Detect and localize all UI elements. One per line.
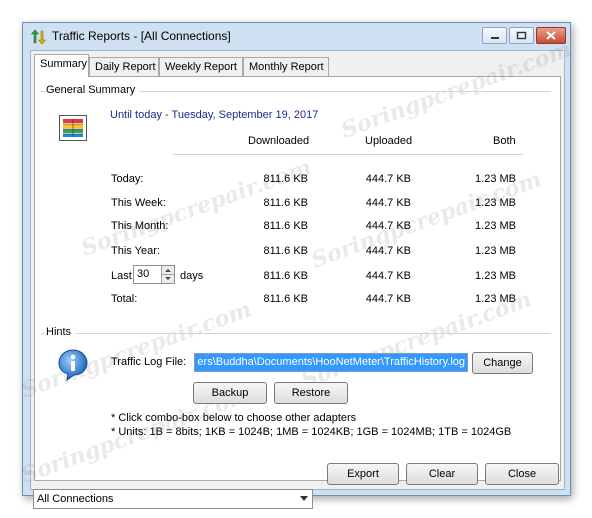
uploaded-value: 444.7 KB — [365, 293, 411, 305]
table-row: This Month: 811.6 KB 444.7 KB 1.23 MB — [35, 220, 555, 236]
summary-report-icon — [59, 115, 87, 141]
tab-weekly-report[interactable]: Weekly Report — [159, 57, 243, 76]
column-header-both: Both — [493, 135, 516, 147]
uploaded-value: 444.7 KB — [365, 197, 411, 209]
change-button[interactable]: Change — [472, 352, 533, 374]
both-value: 1.23 MB — [475, 270, 516, 282]
hints-label: Hints — [46, 326, 76, 338]
header-divider — [173, 154, 523, 155]
uploaded-value: 444.7 KB — [365, 245, 411, 257]
spin-up-down-icon — [162, 269, 174, 280]
last-days-spinner[interactable]: 30 — [133, 265, 175, 284]
downloaded-value: 811.6 KB — [263, 293, 308, 305]
both-value: 1.23 MB — [475, 173, 516, 185]
uploaded-value: 444.7 KB — [365, 270, 411, 282]
close-button[interactable]: Close — [485, 463, 559, 485]
row-label: Total: — [111, 293, 138, 305]
backup-button[interactable]: Backup — [193, 382, 267, 404]
downloaded-value: 811.6 KB — [263, 197, 308, 209]
info-icon — [58, 349, 88, 382]
tab-summary[interactable]: Summary — [34, 54, 89, 77]
clear-button[interactable]: Clear — [406, 463, 478, 485]
adapter-combo-box[interactable]: All Connections — [33, 489, 313, 509]
column-header-downloaded: Downloaded — [248, 135, 310, 147]
both-value: 1.23 MB — [475, 293, 516, 305]
date-range-text: Until today - Tuesday, September 19, 201… — [110, 109, 319, 121]
watermark: Soringpcrepair.com — [337, 36, 575, 144]
hint-note-adapters: * Click combo-box below to choose other … — [111, 412, 357, 424]
tab-daily-report[interactable]: Daily Report — [89, 57, 159, 76]
downloaded-value: 811.6 KB — [263, 270, 308, 282]
last-days-value: 30 — [137, 268, 150, 280]
row-label: Last — [111, 270, 132, 282]
downloaded-value: 811.6 KB — [263, 173, 308, 185]
tab-daily-report-label: Daily Report — [95, 61, 156, 73]
traffic-log-path-text: ers\Buddha\Documents\HooNetMeter\Traffic… — [197, 356, 465, 368]
maximize-icon — [516, 31, 527, 40]
uploaded-value: 444.7 KB — [365, 173, 411, 185]
traffic-arrows-icon — [30, 29, 46, 45]
row-label: Today: — [111, 173, 144, 185]
group-divider — [41, 333, 551, 334]
row-label: This Month: — [111, 220, 169, 232]
general-summary-label: General Summary — [46, 84, 140, 96]
table-row: This Week: 811.6 KB 444.7 KB 1.23 MB — [35, 197, 555, 213]
adapter-selected-text: All Connections — [37, 493, 114, 505]
window-client-area: Summary Daily Report Weekly Report Month… — [18, 36, 575, 509]
table-row: Last 30 days 811.6 KB 444.7 KB 1.23 MB — [35, 264, 555, 288]
downloaded-value: 811.6 KB — [263, 245, 308, 257]
downloaded-value: 811.6 KB — [263, 220, 308, 232]
traffic-reports-window: Traffic Reports - [All Connections] Summ… — [18, 22, 575, 509]
summary-panel: Soringpcrepair.com Soringpcrepair.com So… — [18, 36, 575, 488]
title-bar[interactable]: Traffic Reports - [All Connections] — [23, 23, 570, 50]
uploaded-value: 444.7 KB — [365, 220, 411, 232]
days-suffix: days — [180, 270, 204, 282]
traffic-log-file-label: Traffic Log File: — [111, 356, 187, 368]
tab-monthly-report[interactable]: Monthly Report — [243, 57, 329, 76]
row-label: This Week: — [111, 197, 166, 209]
minimize-icon — [491, 37, 499, 39]
close-icon — [546, 31, 556, 40]
tab-monthly-report-label: Monthly Report — [249, 61, 324, 73]
table-row: Today: 811.6 KB 444.7 KB 1.23 MB — [35, 173, 555, 189]
tab-summary-label: Summary — [40, 58, 88, 70]
restore-button[interactable]: Restore — [274, 382, 348, 404]
row-label: This Year: — [111, 245, 160, 257]
table-row: This Year: 811.6 KB 444.7 KB 1.23 MB — [35, 245, 555, 261]
export-button[interactable]: Export — [327, 463, 399, 485]
both-value: 1.23 MB — [475, 245, 516, 257]
close-window-button[interactable] — [536, 27, 566, 44]
column-header-uploaded: Uploaded — [365, 135, 413, 147]
window-title: Traffic Reports - [All Connections] — [52, 29, 231, 43]
both-value: 1.23 MB — [475, 220, 516, 232]
spinner-buttons[interactable] — [161, 266, 174, 283]
table-row: Total: 811.6 KB 444.7 KB 1.23 MB — [35, 293, 555, 309]
both-value: 1.23 MB — [475, 197, 516, 209]
chevron-down-icon — [300, 496, 308, 501]
minimize-button[interactable] — [482, 27, 507, 44]
maximize-button[interactable] — [509, 27, 534, 44]
hint-note-units: * Units: 1B = 8bits; 1KB = 1024B; 1MB = … — [111, 426, 512, 438]
tab-weekly-report-label: Weekly Report — [165, 61, 237, 73]
traffic-log-path-field[interactable]: ers\Buddha\Documents\HooNetMeter\Traffic… — [194, 353, 468, 372]
